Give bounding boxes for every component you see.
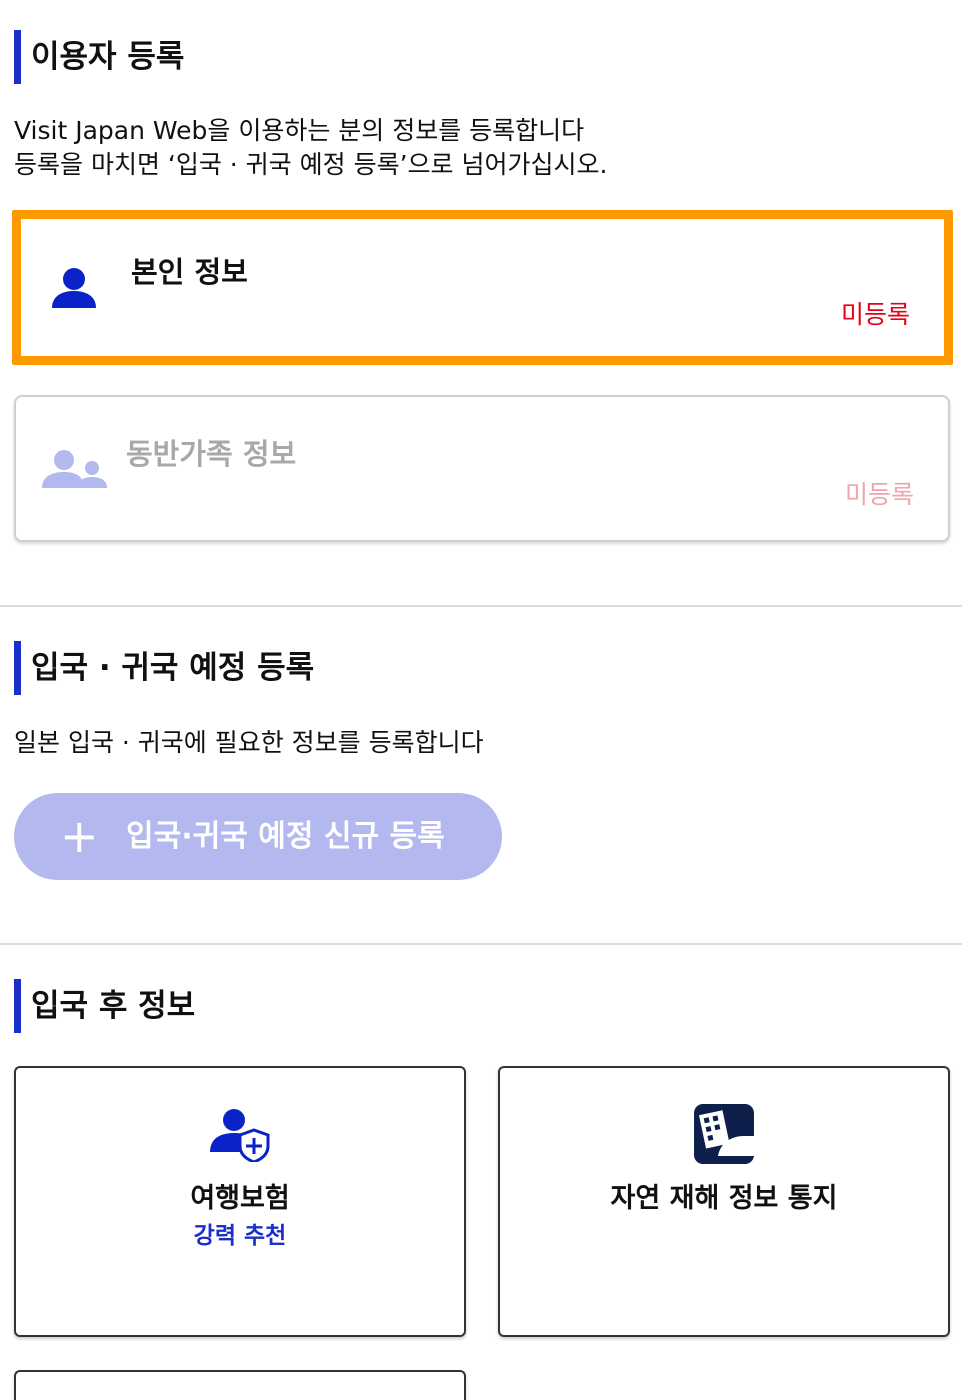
section-divider	[0, 605, 962, 607]
plus-icon: +	[60, 809, 99, 863]
travel-insurance-title: 여행보험	[190, 1183, 290, 1214]
disaster-info-tile[interactable]: 자연 재해 정보 통지	[498, 1066, 950, 1337]
add-schedule-label: 입국·귀국 예정 신규 등록	[126, 819, 445, 854]
self-info-status: 미등록	[840, 300, 910, 329]
post-entry-tile-partial[interactable]	[14, 1370, 466, 1400]
section-title-schedule: 입국 · 귀국 예정 등록	[14, 641, 314, 695]
person-icon	[51, 267, 97, 313]
disaster-info-title: 자연 재해 정보 통지	[610, 1183, 838, 1214]
travel-insurance-subtitle: 강력 추천	[193, 1223, 287, 1249]
add-schedule-button[interactable]: + 입국·귀국 예정 신규 등록	[14, 793, 502, 880]
description-line-1: Visit Japan Web을 이용하는 분의 정보를 등록합니다	[14, 116, 585, 145]
self-info-card[interactable]: 본인 정보 미등록	[12, 210, 953, 365]
companion-info-card[interactable]: 동반가족 정보 미등록	[14, 395, 950, 542]
companion-info-status: 미등록	[844, 480, 914, 509]
description-line-2: 등록을 마치면 ‘입국 · 귀국 예정 등록’으로 넘어가십시오.	[14, 150, 608, 179]
section-divider	[0, 943, 962, 945]
section-title-user-registration: 이용자 등록	[14, 30, 184, 84]
person-shield-icon	[210, 1108, 270, 1166]
disaster-building-icon	[694, 1104, 754, 1168]
schedule-description: 일본 입국 · 귀국에 필요한 정보를 등록합니다	[14, 728, 484, 757]
user-registration-description: Visit Japan Web을 이용하는 분의 정보를 등록합니다 등록을 마…	[14, 114, 607, 182]
travel-insurance-tile[interactable]: 여행보험 강력 추천	[14, 1066, 466, 1337]
section-title-post-entry: 입국 후 정보	[14, 979, 195, 1033]
people-icon	[42, 449, 108, 493]
companion-info-title: 동반가족 정보	[126, 437, 297, 471]
self-info-title: 본인 정보	[131, 255, 248, 289]
